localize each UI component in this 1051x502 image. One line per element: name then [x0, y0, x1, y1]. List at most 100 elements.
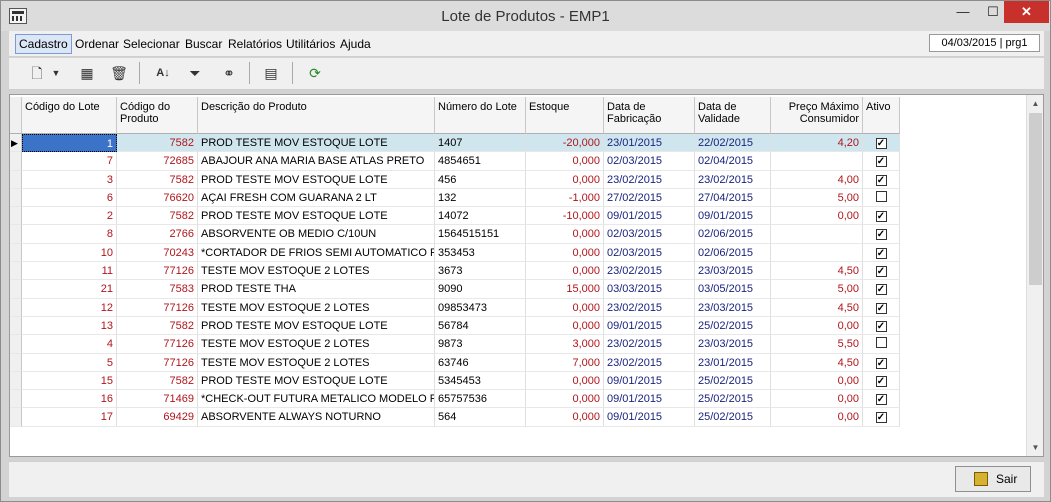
menu-ordenar[interactable]: Ordenar [73, 36, 121, 52]
cell-codigo-lote[interactable]: 21 [22, 280, 117, 299]
active-checkbox[interactable]: ✓ [875, 320, 887, 332]
cell-numero-lote[interactable]: 353453 [435, 243, 526, 263]
active-checkbox[interactable]: ✓ [875, 138, 887, 149]
cell-descricao[interactable]: PROD TESTE MOV ESTOQUE LOTE [198, 316, 435, 336]
cell-codigo-produto[interactable]: 77126 [117, 262, 198, 281]
cell-numero-lote[interactable]: 132 [435, 188, 526, 208]
cell-codigo-produto[interactable]: 77126 [117, 298, 198, 317]
cell-codigo-produto[interactable]: 69429 [117, 408, 198, 427]
cell-descricao[interactable]: PROD TESTE THA [198, 280, 435, 299]
cell-numero-lote[interactable]: 4854651 [435, 152, 526, 171]
cell-numero-lote[interactable]: 564 [435, 408, 526, 427]
cell-descricao[interactable]: PROD TESTE MOV ESTOQUE LOTE [198, 207, 435, 226]
cell-codigo-produto[interactable]: 70243 [117, 243, 198, 263]
table-row[interactable]: 10 70243 *CORTADOR DE FRIOS SEMI AUTOMATIC… [10, 243, 900, 263]
cell-codigo-lote[interactable]: 1 [22, 134, 117, 153]
cell-data-fabricacao[interactable]: 02/03/2015 [604, 243, 695, 263]
cell-ativo[interactable]: ✓ [863, 353, 900, 372]
cell-preco-maximo[interactable]: 0,00 [771, 207, 863, 226]
cell-preco-maximo[interactable]: 4,20 [771, 134, 863, 153]
cell-data-fabricacao[interactable]: 23/02/2015 [604, 335, 695, 354]
cell-codigo-produto[interactable]: 2766 [117, 225, 198, 244]
cell-descricao[interactable]: TESTE MOV ESTOQUE 2 LOTES [198, 335, 435, 354]
col-preco-maximo[interactable]: Preço Máximo Consumidor [771, 97, 863, 134]
cell-codigo-lote[interactable]: 2 [22, 207, 117, 226]
cell-estoque[interactable]: -10,000 [526, 207, 604, 226]
cell-data-fabricacao[interactable]: 27/02/2015 [604, 188, 695, 208]
cell-ativo[interactable]: ✓ [863, 408, 900, 427]
active-checkbox[interactable]: ✓ [875, 394, 887, 406]
cell-codigo-produto[interactable]: 77126 [117, 353, 198, 372]
cell-preco-maximo[interactable]: 4,50 [771, 298, 863, 317]
cell-estoque[interactable]: 0,000 [526, 170, 604, 189]
delete-icon[interactable]: 🗑 [107, 62, 131, 84]
cell-descricao[interactable]: ABSORVENTE OB MEDIO C/10UN [198, 225, 435, 244]
cell-ativo[interactable]: ✓ [863, 280, 900, 299]
cell-preco-maximo[interactable] [771, 225, 863, 244]
menu-utilitarios[interactable]: Utilitários [284, 36, 337, 52]
cell-data-fabricacao[interactable]: 09/01/2015 [604, 371, 695, 391]
active-checkbox[interactable] [875, 190, 887, 202]
cell-descricao[interactable]: TESTE MOV ESTOQUE 2 LOTES [198, 353, 435, 372]
cell-codigo-produto[interactable]: 76620 [117, 188, 198, 208]
active-checkbox[interactable]: ✓ [875, 284, 887, 296]
cell-codigo-lote[interactable]: 11 [22, 262, 117, 281]
col-descricao[interactable]: Descrição do Produto [198, 97, 435, 134]
cell-estoque[interactable]: 0,000 [526, 152, 604, 171]
cell-codigo-lote[interactable]: 10 [22, 243, 117, 263]
table-row[interactable]: 5 77126 TESTE MOV ESTOQUE 2 LOTES 63746 7,00… [10, 353, 900, 372]
cell-estoque[interactable]: 15,000 [526, 280, 604, 299]
data-grid[interactable]: Código do Lote Código do Produto Descriç… [9, 94, 1044, 457]
cell-ativo[interactable] [863, 188, 900, 208]
cell-descricao[interactable]: PROD TESTE MOV ESTOQUE LOTE [198, 134, 435, 153]
active-checkbox[interactable]: ✓ [875, 156, 887, 168]
cell-preco-maximo[interactable]: 4,00 [771, 170, 863, 189]
cell-preco-maximo[interactable] [771, 152, 863, 171]
cell-estoque[interactable]: 7,000 [526, 353, 604, 372]
active-checkbox[interactable]: ✓ [875, 211, 887, 223]
table-row[interactable]: 17 69429 ABSORVENTE ALWAYS NOTURNO 564 0,000… [10, 408, 900, 427]
cell-codigo-lote[interactable]: 13 [22, 316, 117, 336]
cell-descricao[interactable]: TESTE MOV ESTOQUE 2 LOTES [198, 262, 435, 281]
menu-selecionar[interactable]: Selecionar [121, 36, 182, 52]
menu-cadastro[interactable]: Cadastro [15, 34, 72, 54]
cell-numero-lote[interactable]: 09853473 [435, 298, 526, 317]
cell-numero-lote[interactable]: 65757536 [435, 390, 526, 409]
scroll-down-icon[interactable]: ▼ [1027, 439, 1043, 456]
cell-numero-lote[interactable]: 1564515151 [435, 225, 526, 244]
cell-codigo-lote[interactable]: 8 [22, 225, 117, 244]
col-numero-lote[interactable]: Número do Lote [435, 97, 526, 134]
col-ativo[interactable]: Ativo [863, 97, 900, 134]
table-row[interactable]: 12 77126 TESTE MOV ESTOQUE 2 LOTES 09853473… [10, 298, 900, 317]
table-row[interactable]: 15 7582 PROD TESTE MOV ESTOQUE LOTE 5345453… [10, 371, 900, 391]
cell-preco-maximo[interactable]: 0,00 [771, 390, 863, 409]
cell-ativo[interactable]: ✓ [863, 371, 900, 391]
cell-data-validade[interactable]: 25/02/2015 [695, 316, 771, 336]
active-checkbox[interactable]: ✓ [875, 247, 887, 259]
cell-descricao[interactable]: ABSORVENTE ALWAYS NOTURNO [198, 408, 435, 427]
cell-preco-maximo[interactable]: 0,00 [771, 371, 863, 391]
cell-data-fabricacao[interactable]: 23/01/2015 [604, 134, 695, 153]
col-data-fabricacao[interactable]: Data de Fabricação [604, 97, 695, 134]
cell-estoque[interactable]: 3,000 [526, 335, 604, 354]
cell-descricao[interactable]: AÇAI FRESH COM GUARANA 2 LT [198, 188, 435, 208]
active-checkbox[interactable] [875, 337, 887, 349]
cell-codigo-produto[interactable]: 7582 [117, 134, 198, 153]
cell-ativo[interactable]: ✓ [863, 170, 900, 189]
minimize-button[interactable]: — [948, 1, 978, 23]
edit-icon[interactable]: ▦ [75, 62, 99, 84]
cell-codigo-produto[interactable]: 7582 [117, 170, 198, 189]
cell-preco-maximo[interactable]: 0,00 [771, 408, 863, 427]
cell-data-validade[interactable]: 23/02/2015 [695, 170, 771, 189]
refresh-icon[interactable]: ⟳ [303, 62, 327, 84]
cell-data-validade[interactable]: 23/03/2015 [695, 298, 771, 317]
cell-data-fabricacao[interactable]: 23/02/2015 [604, 170, 695, 189]
cell-codigo-lote[interactable]: 5 [22, 353, 117, 372]
exit-button[interactable]: Sair [955, 466, 1031, 492]
cell-estoque[interactable]: -1,000 [526, 188, 604, 208]
sort-az-icon[interactable]: A↓ [151, 62, 175, 84]
cell-preco-maximo[interactable]: 5,00 [771, 280, 863, 299]
cell-data-validade[interactable]: 25/02/2015 [695, 371, 771, 391]
cell-data-validade[interactable]: 02/04/2015 [695, 152, 771, 171]
menu-buscar[interactable]: Buscar [183, 36, 224, 52]
